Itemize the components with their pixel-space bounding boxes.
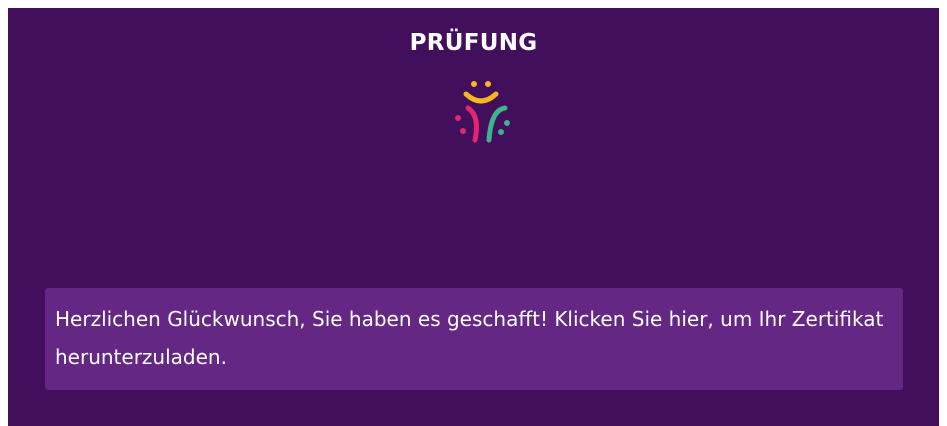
smiley-logo-icon — [455, 81, 510, 143]
notice-text: Herzlichen Glückwunsch, Sie haben es ges… — [55, 307, 884, 369]
certificate-download-notice[interactable]: Herzlichen Glückwunsch, Sie haben es ges… — [45, 288, 903, 390]
exam-panel: PRÜFUNG Herzlichen Glückwunsch, Sie habe… — [8, 8, 939, 426]
page-title: PRÜFUNG — [409, 30, 538, 56]
